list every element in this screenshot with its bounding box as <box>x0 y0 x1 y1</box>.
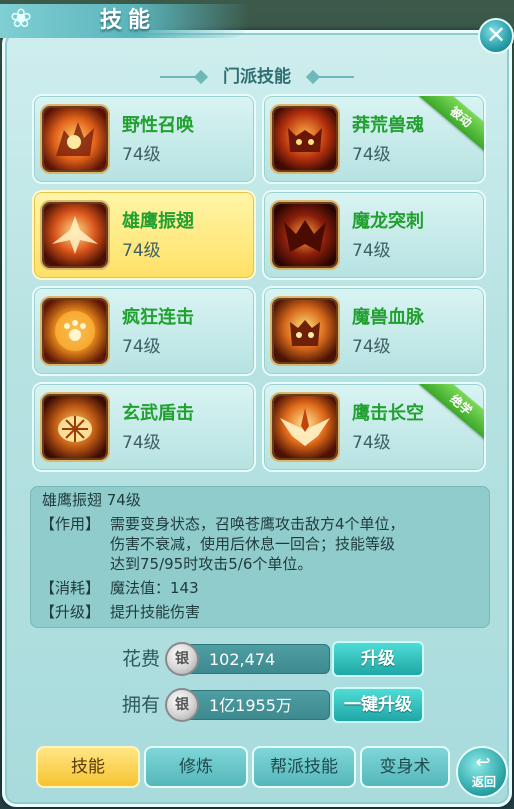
return-label: 返回 <box>471 775 496 789</box>
skill-card-beast-soul[interactable]: 莽荒兽魂 74级 被动 <box>262 94 486 184</box>
effect-line-3: 达到75/95时攻击5/6个单位。 <box>110 555 313 573</box>
silver-coin-icon: 银 <box>165 642 199 676</box>
upgrade-button[interactable]: 升级 <box>332 641 424 677</box>
close-x-icon: ✕ <box>485 21 507 49</box>
skill-card-tortoise-shield[interactable]: 玄武盾击 74级 <box>32 382 256 472</box>
return-button[interactable]: ↩ 返回 <box>456 746 508 798</box>
cost-desc-label: 【消耗】 <box>40 579 101 597</box>
effect-line-2: 伤害不衰减，使用后休息一回合；技能等级 <box>110 535 396 553</box>
cost-value-bar: 银 102,474 <box>165 642 330 676</box>
window-title: 技能 <box>100 8 157 33</box>
skill-level: 74级 <box>122 433 161 453</box>
demon-dragon-icon <box>272 202 338 268</box>
skill-level: 74级 <box>122 145 161 165</box>
return-arrow-icon: ↩ <box>475 752 491 773</box>
title-bar: ❀ 技能 <box>0 0 514 40</box>
cost-desc-text: 魔法值：143 <box>110 579 199 597</box>
description-title: 雄鹰振翅 74级 <box>42 491 141 509</box>
skill-name: 疯狂连击 <box>122 307 194 328</box>
owned-value-bar: 银 1亿1955万 <box>165 688 330 722</box>
skill-level: 74级 <box>352 241 391 261</box>
eagle-wing-icon <box>42 202 108 268</box>
skill-name: 雄鹰振翅 <box>122 211 194 232</box>
skill-card-beast-blood[interactable]: 魔兽血脉 74级 <box>262 286 486 376</box>
skill-card-eagle-sky[interactable]: 鹰击长空 74级 绝学 <box>262 382 486 472</box>
skill-card-demon-dragon[interactable]: 魔龙突刺 74级 <box>262 190 486 280</box>
beast-blood-icon <box>272 298 338 364</box>
cost-value: 102,474 <box>209 650 276 669</box>
tab-guild-skills[interactable]: 帮派技能 <box>252 746 356 788</box>
skill-description-box: 雄鹰振翅 74级 【作用】 需要变身状态，召唤苍鹰攻击敌方4个单位， 伤害不衰减… <box>30 486 490 628</box>
section-header: 门派技能 <box>160 62 354 92</box>
cost-label: 花费 <box>121 648 160 670</box>
owned-label: 拥有 <box>121 694 160 716</box>
paw-strike-icon <box>42 298 108 364</box>
skill-card-frenzy-combo[interactable]: 疯狂连击 74级 <box>32 286 256 376</box>
tab-cultivation[interactable]: 修炼 <box>144 746 248 788</box>
skill-level: 74级 <box>352 337 391 357</box>
skill-name: 魔龙突刺 <box>352 211 424 232</box>
effect-label: 【作用】 <box>40 515 101 533</box>
skill-level: 74级 <box>122 241 161 261</box>
effect-line-1: 需要变身状态，召唤苍鹰攻击敌方4个单位， <box>110 515 405 533</box>
owned-value: 1亿1955万 <box>209 696 292 715</box>
eagle-sky-icon <box>272 394 338 460</box>
upgrade-desc-text: 提升技能伤害 <box>110 603 201 621</box>
beast-soul-icon <box>272 106 338 172</box>
skill-name: 魔兽血脉 <box>352 307 424 328</box>
tab-transformation[interactable]: 变身术 <box>360 746 450 788</box>
skill-level: 74级 <box>352 433 391 453</box>
skill-name: 野性召唤 <box>122 115 194 136</box>
upgrade-all-button[interactable]: 一键升级 <box>332 687 424 723</box>
silver-coin-icon: 银 <box>165 688 199 722</box>
tab-skills[interactable]: 技能 <box>36 746 140 788</box>
upgrade-desc-label: 【升级】 <box>40 603 101 621</box>
skill-name: 玄武盾击 <box>122 403 194 424</box>
cloud-ornament-icon: ❀ <box>10 4 32 34</box>
skill-card-wild-call[interactable]: 野性召唤 74级 <box>32 94 256 184</box>
close-button[interactable]: ✕ <box>478 18 514 54</box>
wild-beast-icon <box>42 106 108 172</box>
section-divider-right <box>314 76 354 78</box>
skill-level: 74级 <box>352 145 391 165</box>
shell-shield-icon <box>42 394 108 460</box>
section-title: 门派技能 <box>223 67 291 87</box>
skill-level: 74级 <box>122 337 161 357</box>
skill-card-eagle-wing[interactable]: 雄鹰振翅 74级 <box>32 190 256 280</box>
